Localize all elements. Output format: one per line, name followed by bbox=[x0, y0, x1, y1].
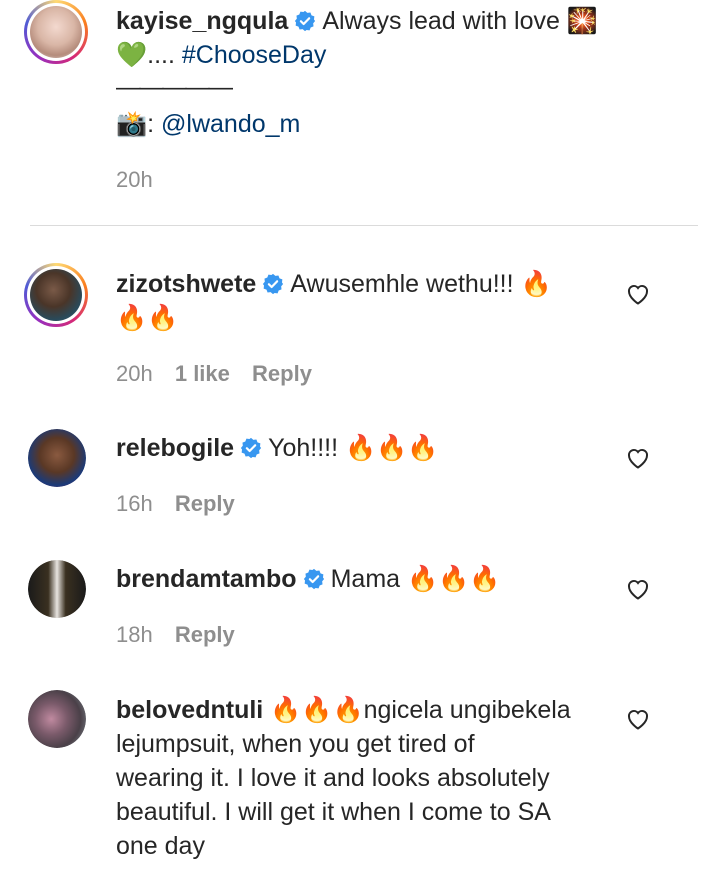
caption-text-line1: Always lead with love 🎇 bbox=[322, 7, 598, 35]
heart-outline-icon[interactable] bbox=[626, 283, 650, 305]
verified-badge-icon bbox=[303, 568, 324, 590]
comments-screen: kayise_ngqula Always lead with love 🎇 💚..… bbox=[0, 0, 720, 883]
comment-time: 20h bbox=[116, 361, 153, 386]
comment-avatar[interactable] bbox=[24, 263, 88, 327]
comment-text-line5: one day bbox=[116, 832, 205, 860]
reply-button[interactable]: Reply bbox=[252, 361, 312, 386]
caption-credit-prefix: 📸: bbox=[116, 110, 162, 138]
comment-username[interactable]: relebogile bbox=[116, 434, 234, 462]
reply-button[interactable]: Reply bbox=[175, 491, 235, 516]
caption-dashes: ————— bbox=[116, 73, 233, 101]
verified-badge-icon bbox=[263, 273, 284, 295]
comment-meta: 20h 1 like Reply bbox=[116, 361, 328, 387]
caption-text-line2-prefix: 💚.... bbox=[116, 41, 182, 69]
comment-meta: 16h Reply bbox=[116, 491, 251, 517]
caption-time: 20h bbox=[116, 167, 153, 192]
comment-avatar[interactable] bbox=[28, 560, 86, 618]
comment-text: belovedntuli 🔥🔥🔥ngicela ungibekela lejum… bbox=[116, 693, 571, 863]
comment-username[interactable]: zizotshwete bbox=[116, 270, 256, 298]
comment-text-line1: Awusemhle wethu!!! 🔥 bbox=[290, 270, 552, 298]
caption-divider bbox=[30, 225, 698, 226]
comment-username[interactable]: belovedntuli bbox=[116, 696, 263, 724]
comment-text: brendamtambo Mama 🔥🔥🔥 bbox=[116, 562, 500, 596]
comment-meta: 18h Reply bbox=[116, 622, 251, 648]
comment-username[interactable]: brendamtambo bbox=[116, 565, 297, 593]
reply-button[interactable]: Reply bbox=[175, 622, 235, 647]
comment-text-line2: lejumpsuit, when you get tired of bbox=[116, 730, 475, 758]
caption-hashtag[interactable]: #ChooseDay bbox=[182, 41, 327, 69]
comment-avatar[interactable] bbox=[28, 429, 86, 487]
comment-text-line1: Mama 🔥🔥🔥 bbox=[330, 565, 501, 593]
comment-text-line3: wearing it. I love it and looks absolute… bbox=[116, 764, 550, 792]
caption-author-avatar[interactable] bbox=[24, 0, 88, 64]
comment-text-line2: 🔥🔥 bbox=[116, 304, 179, 332]
comment-avatar[interactable] bbox=[28, 690, 86, 748]
comment-text-line1: Yoh!!!! 🔥🔥🔥 bbox=[268, 434, 439, 462]
comment-text: relebogile Yoh!!!! 🔥🔥🔥 bbox=[116, 431, 438, 465]
comment-text-line4: beautiful. I will get it when I come to … bbox=[116, 798, 551, 826]
caption-meta: 20h bbox=[116, 167, 169, 193]
heart-outline-icon[interactable] bbox=[626, 447, 650, 469]
comment-text: zizotshwete Awusemhle wethu!!! 🔥 🔥🔥 bbox=[116, 267, 552, 335]
caption-text: kayise_ngqula Always lead with love 🎇 💚..… bbox=[116, 4, 598, 72]
heart-outline-icon[interactable] bbox=[626, 578, 650, 600]
comment-likes[interactable]: 1 like bbox=[175, 361, 230, 386]
caption-credit: 📸: @lwando_m bbox=[116, 107, 300, 141]
verified-badge-icon bbox=[241, 437, 262, 459]
heart-outline-icon[interactable] bbox=[626, 708, 650, 730]
comment-time: 18h bbox=[116, 622, 153, 647]
comment-text-line1: 🔥🔥🔥ngicela ungibekela bbox=[270, 696, 571, 724]
caption-username[interactable]: kayise_ngqula bbox=[116, 7, 288, 35]
comment-time: 16h bbox=[116, 491, 153, 516]
caption-credit-mention[interactable]: @lwando_m bbox=[161, 110, 300, 138]
verified-badge-icon bbox=[295, 10, 316, 32]
